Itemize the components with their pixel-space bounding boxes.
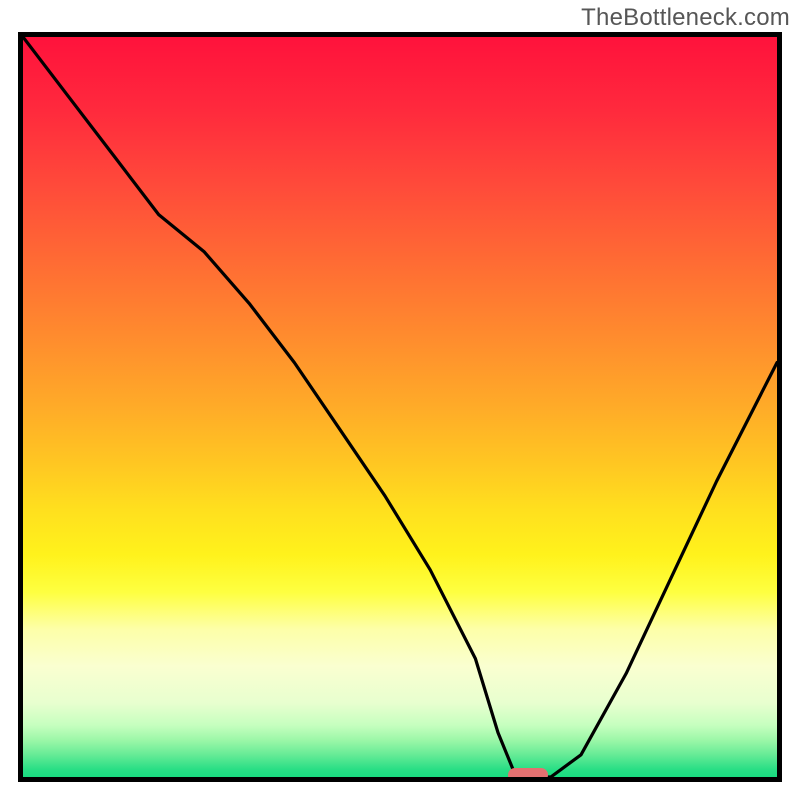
- chart-stage: TheBottleneck.com: [0, 0, 800, 800]
- series-curve: [23, 37, 777, 777]
- plot-area: [18, 32, 782, 782]
- watermark-text: TheBottleneck.com: [581, 4, 790, 32]
- optimal-marker: [508, 768, 548, 782]
